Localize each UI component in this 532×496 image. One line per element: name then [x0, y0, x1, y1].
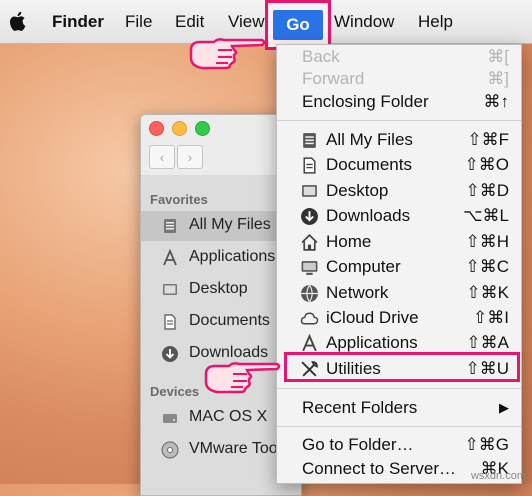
menu-item-label: Connect to Server… — [302, 459, 457, 478]
menu-edit[interactable]: Edit — [175, 11, 204, 33]
all-files-icon — [303, 133, 316, 148]
minimize-button[interactable] — [172, 121, 187, 136]
menu-item-shortcut: ⌘[ — [487, 47, 509, 66]
downloads-icon — [301, 208, 318, 225]
menu-item-label: Desktop — [326, 181, 389, 200]
menu-help[interactable]: Help — [418, 11, 453, 33]
menu-item-label: Home — [326, 232, 372, 251]
menu-separator — [277, 388, 521, 389]
back-button[interactable]: ‹ — [149, 145, 175, 169]
menu-item-downloads[interactable]: Downloads ⌥⌘L — [277, 204, 521, 229]
menu-item-label: Forward — [302, 69, 365, 88]
menu-item-label: Applications — [326, 333, 418, 352]
menu-item-label: Downloads — [326, 206, 411, 225]
pointing-hand-icon — [189, 38, 266, 70]
menu-item-shortcut: ⌘↑ — [483, 92, 510, 111]
applications-icon — [163, 249, 177, 266]
menu-item-label: Go to Folder… — [302, 435, 414, 454]
cloud-icon — [300, 312, 319, 325]
menu-item-shortcut: ⇧⌘G — [464, 435, 509, 454]
menu-item-shortcut: ⌘] — [487, 69, 509, 88]
go-menu-dropdown: Back ⌘[ Forward ⌘] Enclosing Folder ⌘↑ A… — [276, 44, 522, 484]
sidebar-item-label: Applications — [189, 248, 276, 265]
menu-item-shortcut: ⌥⌘L — [462, 206, 509, 225]
disk-icon — [163, 414, 177, 423]
menu-view[interactable]: View — [228, 11, 265, 33]
menu-item-desktop[interactable]: Desktop ⇧⌘D — [277, 179, 521, 204]
watermark: wsxdn.com — [470, 470, 526, 482]
menu-finder[interactable]: Finder — [52, 11, 104, 33]
menu-item-home[interactable]: Home ⇧⌘H — [277, 230, 521, 255]
downloads-icon — [162, 346, 178, 362]
menu-item-shortcut: ⇧⌘A — [466, 333, 509, 352]
sidebar-item-label: Desktop — [189, 280, 248, 297]
apple-logo-icon[interactable] — [9, 10, 27, 32]
menu-item-go-to-folder[interactable]: Go to Folder… ⇧⌘G — [277, 433, 521, 458]
sidebar-item-label: All My Files — [189, 216, 271, 233]
desktop-icon — [163, 284, 177, 295]
menu-item-label: Computer — [326, 257, 401, 276]
menu-item-forward: Forward ⌘] — [277, 67, 521, 92]
submenu-arrow-icon: ▶ — [499, 400, 509, 415]
sidebar-heading-devices: Devices — [150, 384, 200, 399]
menu-item-shortcut: ⇧⌘I — [473, 308, 509, 327]
menu-item-icloud-drive[interactable]: iCloud Drive ⇧⌘I — [277, 306, 521, 331]
network-icon — [301, 284, 318, 303]
menu-item-label: Network — [326, 283, 389, 302]
sidebar-heading-favorites: Favorites — [150, 192, 208, 207]
pointing-hand-icon — [204, 362, 281, 394]
menu-item-label: All My Files — [326, 130, 413, 149]
menu-item-label: Back — [302, 47, 340, 66]
sidebar-item-label: VMware Too — [189, 440, 278, 457]
close-button[interactable] — [149, 121, 164, 136]
menu-item-all-my-files[interactable]: All My Files ⇧⌘F — [277, 128, 521, 153]
computer-icon — [301, 261, 318, 275]
home-icon — [301, 233, 318, 251]
menu-item-shortcut: ⇧⌘K — [466, 283, 509, 302]
documents-icon — [303, 157, 316, 174]
zoom-button[interactable] — [195, 121, 210, 136]
menu-item-label: Enclosing Folder — [302, 92, 429, 111]
sidebar-item-label: Documents — [189, 312, 270, 329]
menu-item-shortcut: ⇧⌘C — [465, 257, 509, 276]
menu-window[interactable]: Window — [334, 11, 394, 33]
menu-separator — [277, 426, 521, 427]
menu-item-documents[interactable]: Documents ⇧⌘O — [277, 153, 521, 178]
menu-item-label: Recent Folders — [302, 398, 418, 417]
desktop-icon — [302, 185, 317, 197]
menu-item-shortcut: ⇧⌘O — [464, 155, 509, 174]
menu-item-label: Documents — [326, 155, 412, 174]
menu-item-network[interactable]: Network ⇧⌘K — [277, 281, 521, 306]
forward-button[interactable]: › — [177, 145, 203, 169]
menu-item-enclosing-folder[interactable]: Enclosing Folder ⌘↑ — [277, 90, 521, 115]
menu-item-recent-folders[interactable]: Recent Folders ▶ — [277, 396, 521, 421]
menu-item-shortcut: ⇧⌘D — [465, 181, 509, 200]
utilities-highlight-box — [284, 352, 520, 382]
applications-icon — [302, 334, 317, 352]
menu-item-shortcut: ⇧⌘F — [467, 130, 509, 149]
go-menu-highlight-box: Go — [265, 0, 331, 50]
menu-separator — [277, 120, 521, 121]
sidebar-item-label: MAC OS X — [189, 408, 268, 425]
menu-file[interactable]: File — [125, 11, 152, 33]
menu-item-shortcut: ⇧⌘H — [465, 232, 509, 251]
menu-go[interactable]: Go — [273, 10, 323, 40]
all-files-icon — [164, 219, 176, 233]
menu-item-computer[interactable]: Computer ⇧⌘C — [277, 255, 521, 280]
cd-icon — [161, 441, 179, 459]
menu-item-label: iCloud Drive — [326, 308, 419, 327]
documents-icon — [164, 314, 176, 330]
